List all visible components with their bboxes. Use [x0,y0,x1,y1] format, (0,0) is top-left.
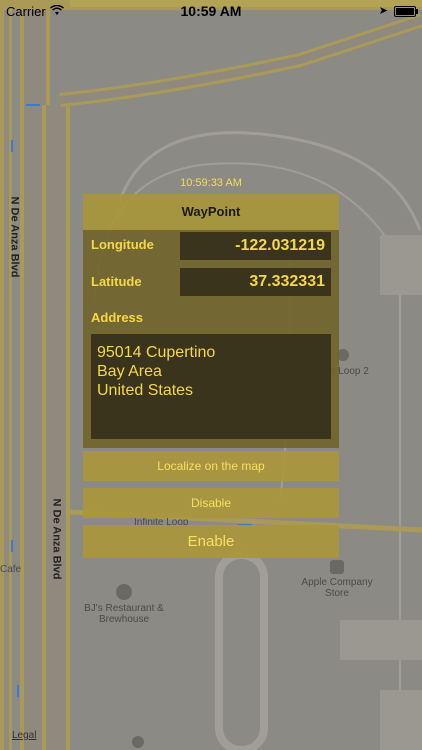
poi-bjs-restaurant[interactable]: BJ's Restaurant & Brewhouse [84,603,164,625]
address-label: Address [91,310,144,325]
localize-on-map-button[interactable]: Localize on the map [83,451,339,481]
address-field[interactable]: 95014 Cupertino Bay Area United States [91,334,331,439]
address-line: 95014 Cupertino [97,344,216,361]
legal-link[interactable]: Legal [12,730,36,741]
waypoint-details: Longitude -122.031219 Latitude 37.332331… [83,230,339,448]
disable-button[interactable]: Disable [83,488,339,518]
address-line: Bay Area [97,363,162,380]
longitude-label: Longitude [91,237,154,252]
latitude-label: Latitude [91,274,142,289]
status-bar: Carrier 10:59 AM ➤ [0,0,422,22]
poi-apple-company-store[interactable]: Apple Company Store [294,577,380,599]
waypoint-timestamp: 10:59:33 AM [180,177,242,189]
status-time: 10:59 AM [180,3,242,19]
battery-icon [394,6,418,17]
road-label-de-anza-2: N De Anza Blvd [50,498,63,580]
location-arrow-icon: ➤ [378,5,388,17]
longitude-field[interactable]: -122.031219 [180,232,331,260]
road-label-de-anza-1: N De Anza Blvd [8,196,21,278]
address-line: United States [97,382,194,399]
waypoint-panel: WayPoint Longitude -122.031219 Latitude … [83,194,339,558]
enable-button[interactable]: Enable [83,525,339,558]
latitude-field[interactable]: 37.332331 [180,268,331,296]
waypoint-title: WayPoint [83,194,339,230]
poi-cafe[interactable]: Cafe [0,564,21,575]
